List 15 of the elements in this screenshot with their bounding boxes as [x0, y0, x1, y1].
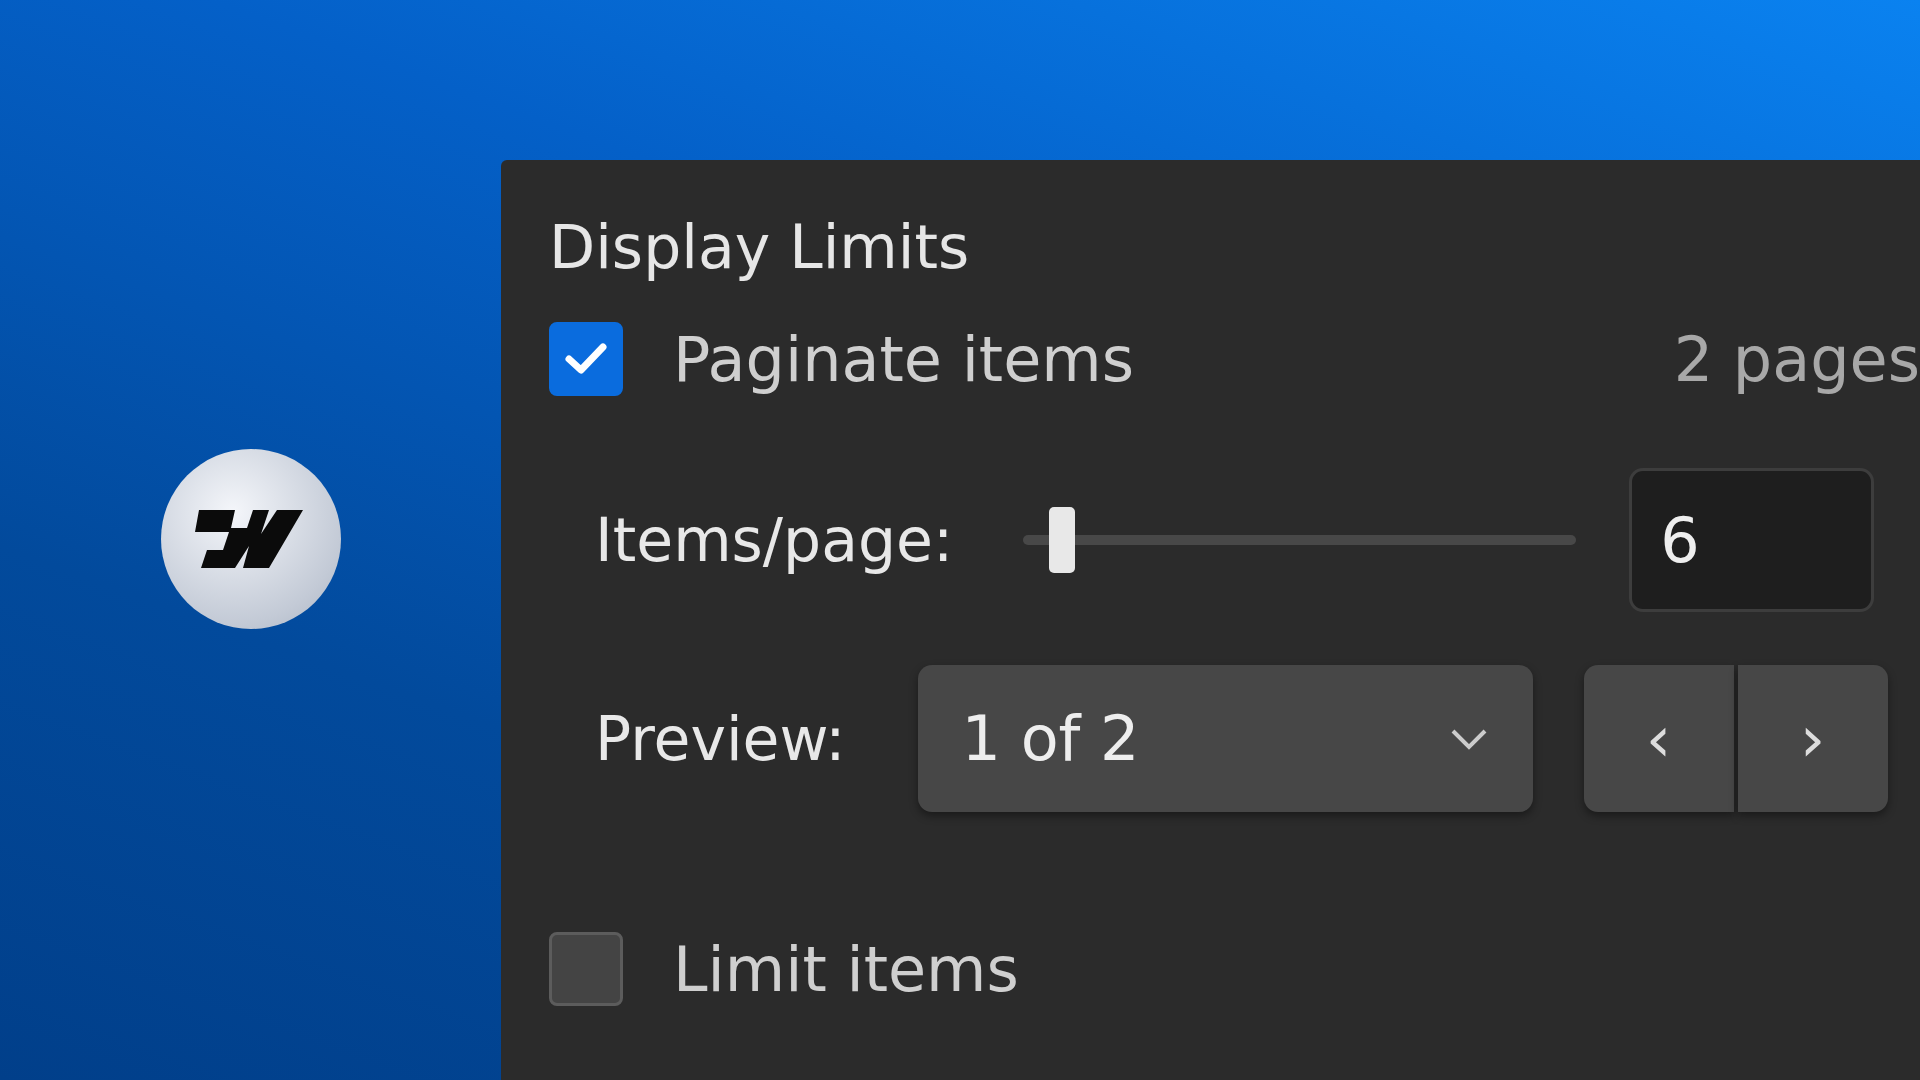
previous-page-button[interactable]: ‹: [1583, 665, 1734, 812]
checkbox[interactable]: [549, 932, 623, 1006]
checkbox-label: Paginate items: [673, 322, 1134, 396]
page-count: 2 pages: [1673, 322, 1920, 396]
items-per-page-label: Items/page:: [595, 505, 954, 575]
next-page-button[interactable]: ›: [1737, 665, 1888, 812]
checkbox-label: Limit items: [673, 932, 1019, 1006]
number-input[interactable]: 6: [1629, 468, 1875, 612]
checkmark-icon: [564, 341, 608, 377]
page-dropdown[interactable]: 1 of 2: [917, 665, 1533, 812]
slider-thumb[interactable]: [1048, 507, 1075, 573]
checkbox[interactable]: [549, 322, 623, 396]
preview-label: Preview:: [595, 703, 846, 774]
slider[interactable]: [1023, 507, 1577, 573]
panel-title: Display Limits: [549, 211, 971, 284]
